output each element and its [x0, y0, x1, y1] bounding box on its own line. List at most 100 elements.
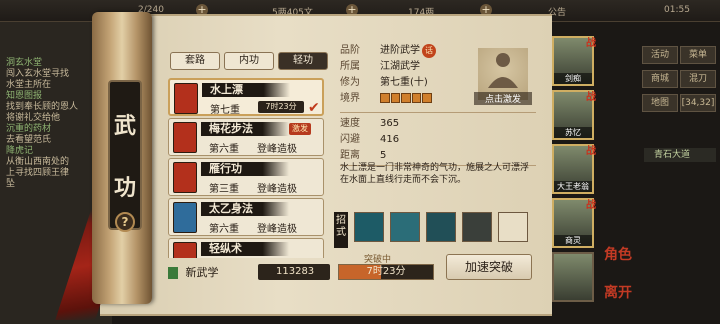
new-skill-row[interactable]: 新武学 — [168, 264, 219, 280]
realm-segment — [380, 93, 390, 103]
skill-book-icon — [173, 202, 197, 233]
stat-value: 5 — [380, 150, 387, 161]
detail-row-realm: 境界 — [340, 92, 432, 106]
skill-timer: 7时23分 — [258, 101, 304, 113]
panel-title-char-2: 功 — [113, 176, 136, 201]
detail-value: 江湖武学 — [380, 61, 420, 72]
realm-bar — [380, 93, 432, 103]
move-slot[interactable] — [462, 212, 492, 242]
skill-status: 登峰造极 — [257, 144, 297, 155]
hero-portrait[interactable] — [552, 252, 594, 302]
detail-key: 品阶 — [340, 45, 360, 56]
skill-name: 轻纵术 — [201, 242, 289, 256]
skill-item[interactable]: 梅花步法第六重 登峰造极 激发 — [168, 118, 324, 156]
realm-segment — [401, 93, 411, 103]
battle-mark-icon: 战 — [586, 200, 596, 211]
battle-mark-icon: 战 — [586, 92, 596, 103]
stat-speed: 速度 365 — [340, 117, 399, 131]
skill-description: 水上漂是一门非常神奇的气功，施展之人可漂浮在水面上直线行走而不会下沉。 — [340, 163, 530, 185]
progress-text: 7时23分 — [366, 266, 406, 277]
move-slot[interactable] — [426, 212, 456, 242]
move-slot[interactable] — [354, 212, 384, 242]
skill-name: 水上漂 — [202, 83, 290, 97]
detail-row-faction: 所属 江湖武学 — [340, 60, 420, 74]
detail-value: 第七重(十) — [380, 77, 428, 88]
skill-status: 登峰造极 — [257, 184, 297, 195]
help-button[interactable]: ? — [115, 212, 135, 232]
stat-value: 416 — [380, 134, 400, 145]
book-icon — [168, 267, 178, 279]
skill-level: 第七重 — [210, 105, 240, 116]
skill-book-icon — [173, 162, 197, 193]
hero-roster: 剑痴战苏忆战大王老翁战商灵战 — [552, 36, 596, 324]
hero-name: 商灵 — [554, 235, 592, 246]
skill-item[interactable]: 太乙身法第六重 登峰造极 — [168, 198, 324, 236]
detail-key: 修为 — [340, 77, 360, 88]
menu-button[interactable]: 活动 — [642, 46, 678, 64]
battle-mark-icon: 战 — [586, 146, 596, 157]
new-skill-label: 新武学 — [185, 266, 219, 279]
move-slot[interactable] — [390, 212, 420, 242]
skill-level: 第六重 — [209, 144, 239, 155]
move-slot[interactable] — [498, 212, 528, 242]
stat-value: 365 — [380, 118, 400, 129]
menu-button[interactable]: 混刀 — [680, 70, 716, 88]
role-corner-text[interactable]: 角色 — [604, 244, 632, 264]
leave-corner-text[interactable]: 离开 — [604, 282, 632, 302]
detail-row-cultivation: 修为 第七重(十) — [340, 76, 428, 90]
skill-tag: 激发 — [289, 123, 311, 135]
hero-portrait[interactable]: 商灵 战 — [552, 198, 596, 248]
skill-item[interactable]: 雁行功第三重 登峰造极 — [168, 158, 324, 196]
hero-portrait[interactable]: 大王老翁 战 — [552, 144, 596, 194]
skill-item[interactable]: 轻纵术 — [168, 238, 324, 258]
skill-book-icon — [173, 242, 197, 258]
stat-key: 距离 — [340, 150, 360, 161]
menu-button[interactable]: 商城 — [642, 70, 678, 88]
skill-book-icon — [173, 122, 197, 153]
nearby-location[interactable]: 青石大道 — [644, 148, 716, 162]
speed-up-button[interactable]: 加速突破 — [446, 254, 532, 280]
stat-box: 速度 365 闪避 416 距离 5 — [340, 112, 536, 166]
panel-title-char-1: 武 — [113, 114, 136, 139]
skill-name: 梅花步法 — [201, 122, 289, 136]
stat-range: 距离 5 — [340, 149, 386, 163]
detail-row-grade: 品阶 进阶武学话 — [340, 44, 436, 58]
skill-level: 第六重 — [209, 224, 239, 235]
battle-mark-icon: 战 — [586, 38, 596, 49]
skill-points: 113283 — [258, 264, 330, 280]
stat-dodge: 闪避 416 — [340, 133, 399, 147]
detail-key: 所属 — [340, 61, 360, 72]
detail-key: 境界 — [340, 93, 360, 104]
hero-portrait[interactable]: 苏忆 战 — [552, 90, 596, 140]
tab-lightness[interactable]: 轻功 — [278, 52, 328, 70]
skill-list: 水上漂 第七重 7时23分 ✔ 梅花步法 第六重 登峰造极 激发 雁行功 第三重 登峰造极 太乙身法第… — [168, 78, 324, 258]
breakthrough-progress: 7时23分 — [338, 264, 434, 280]
skill-book-icon — [174, 83, 198, 114]
grade-badge: 话 — [422, 44, 436, 58]
monk-icon — [488, 53, 518, 88]
menu-button[interactable]: 地图 — [642, 94, 678, 112]
activate-label[interactable]: 点击激发 — [474, 92, 532, 105]
skill-level: 第三重 — [209, 184, 239, 195]
skill-name: 太乙身法 — [201, 202, 289, 216]
check-icon: ✔ — [308, 100, 320, 116]
tab-routine[interactable]: 套路 — [170, 52, 220, 70]
hero-name: 大王老翁 — [554, 181, 592, 192]
hero-portrait[interactable]: 剑痴 战 — [552, 36, 596, 86]
hero-name: 剑痴 — [554, 73, 592, 84]
panel-title: 武 功 — [108, 80, 142, 230]
tab-inner[interactable]: 内功 — [224, 52, 274, 70]
realm-segment — [390, 93, 401, 103]
skill-status: 登峰造极 — [257, 224, 297, 235]
skill-item[interactable]: 水上漂第七重 7时23分 ✔ — [168, 78, 324, 116]
menu-button[interactable]: 菜单 — [680, 46, 716, 64]
hero-name: 苏忆 — [554, 127, 592, 138]
detail-value: 进阶武学 — [380, 45, 420, 56]
moves-label: 招式 — [334, 212, 348, 248]
skill-name: 雁行功 — [201, 162, 289, 176]
stat-key: 速度 — [340, 118, 360, 129]
menu-button[interactable]: [34,32] — [680, 94, 716, 112]
realm-segment — [411, 93, 422, 103]
realm-segment — [422, 93, 432, 103]
stat-key: 闪避 — [340, 134, 360, 145]
